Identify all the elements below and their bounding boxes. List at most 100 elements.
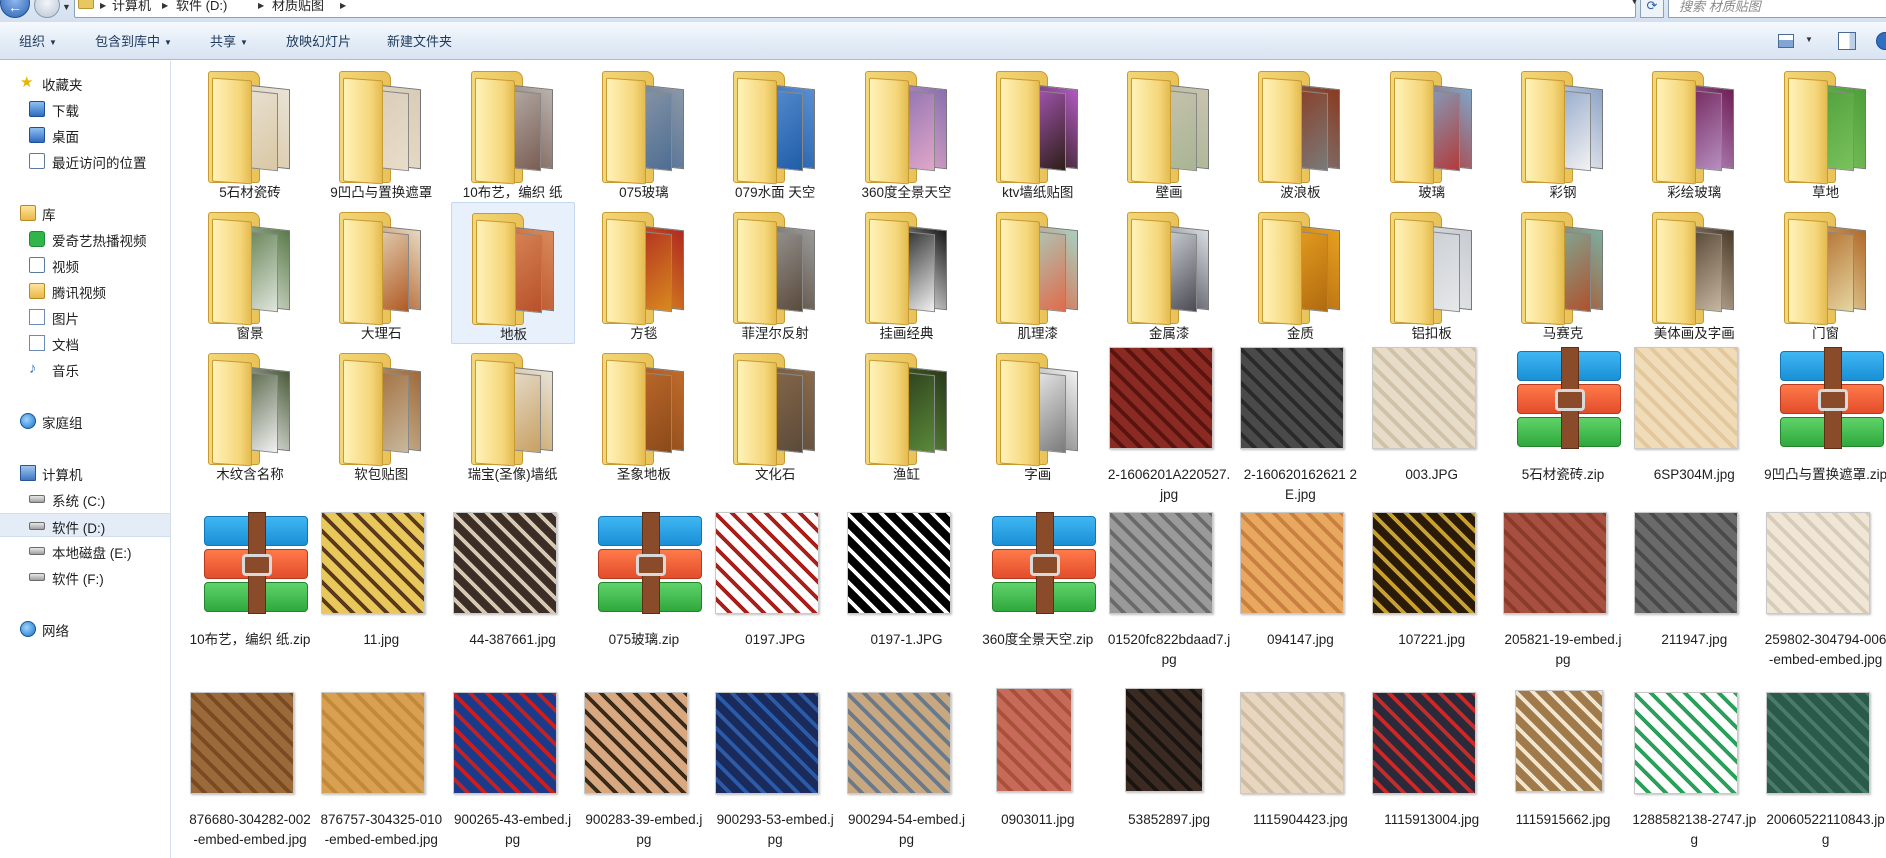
folder-item[interactable]: 壁画 — [1107, 61, 1231, 203]
folder-item[interactable]: 菲涅尔反射 — [713, 202, 837, 344]
nav-pictures[interactable]: 图片 — [0, 305, 170, 329]
image-file-item[interactable]: 20060522110843.jpg — [1764, 688, 1886, 847]
folder-item[interactable]: 肌理漆 — [976, 202, 1100, 344]
folder-item[interactable]: 美体画及字画 — [1632, 202, 1756, 344]
nav-iqiyi[interactable]: 爱奇艺热播视频 — [0, 227, 170, 251]
folder-item[interactable]: 10布艺，编织 纸 — [451, 61, 575, 203]
image-file-item[interactable]: 900294-54-embed.jpg — [845, 688, 969, 847]
folder-item[interactable]: 瑞宝(圣像)墙纸 — [451, 343, 575, 485]
folder-item[interactable]: 金质 — [1238, 202, 1362, 344]
image-file-item[interactable]: 094147.jpg — [1238, 508, 1362, 650]
nav-documents[interactable]: 文档 — [0, 331, 170, 355]
folder-item[interactable]: 079水面 天空 — [713, 61, 837, 203]
image-file-item[interactable]: 01520fc822bdaad7.jpg — [1107, 508, 1231, 667]
change-view-icon[interactable] — [1778, 34, 1794, 48]
folder-item[interactable]: 草地 — [1764, 61, 1886, 203]
share-button[interactable]: 共享 ▼ — [210, 32, 248, 52]
image-file-item[interactable]: 1115915662.jpg — [1501, 688, 1625, 830]
image-file-item[interactable]: 211947.jpg — [1632, 508, 1756, 650]
folder-item[interactable]: 字画 — [976, 343, 1100, 485]
forward-button[interactable] — [34, 0, 60, 18]
nav-drive-e[interactable]: 本地磁盘 (E:) — [0, 539, 170, 563]
search-input[interactable] — [1669, 0, 1886, 17]
nav-network[interactable]: 网络 — [0, 617, 170, 641]
include-in-library-button[interactable]: 包含到库中 ▼ — [95, 32, 172, 52]
organize-menu-button[interactable]: 组织 ▼ — [19, 32, 57, 52]
back-button[interactable] — [0, 0, 30, 18]
view-options-dropdown-icon[interactable]: ▼ — [1805, 35, 1813, 44]
refresh-button[interactable]: ⟳ — [1640, 0, 1664, 18]
nav-recent-places[interactable]: 最近访问的位置 — [0, 149, 170, 173]
folder-item[interactable]: 彩绘玻璃 — [1632, 61, 1756, 203]
image-file-item[interactable]: 6SP304M.jpg — [1632, 343, 1756, 485]
nav-music[interactable]: ♪ 音乐 — [0, 357, 170, 381]
breadcrumb-current-folder[interactable]: 材质贴图 — [272, 0, 324, 18]
archive-file-item[interactable]: 075玻璃.zip — [582, 508, 706, 650]
nav-drive-c[interactable]: 系统 (C:) — [0, 487, 170, 511]
folder-item[interactable]: ktv墙纸贴图 — [976, 61, 1100, 203]
breadcrumb-computer[interactable]: 计算机 — [112, 0, 151, 18]
folder-item[interactable]: 马赛克 — [1501, 202, 1625, 344]
image-file-item[interactable]: 900265-43-embed.jpg — [451, 688, 575, 847]
image-file-item[interactable]: 1115913004.jpg — [1370, 688, 1494, 830]
archive-file-item[interactable]: 360度全景天空.zip — [976, 508, 1100, 650]
breadcrumb-separator-icon[interactable]: ▶ — [100, 0, 106, 18]
image-file-item[interactable]: 1288582138-2747.jpg — [1632, 688, 1756, 847]
search-box[interactable] — [1668, 0, 1886, 18]
help-icon[interactable] — [1876, 32, 1886, 50]
nav-homegroup[interactable]: 家庭组 — [0, 409, 170, 433]
folder-item[interactable]: 渔缸 — [845, 343, 969, 485]
image-file-item[interactable]: 53852897.jpg — [1107, 688, 1231, 830]
folder-item[interactable]: 圣象地板 — [582, 343, 706, 485]
archive-file-item[interactable]: 10布艺，编织 纸.zip — [188, 508, 312, 650]
nav-videos[interactable]: 视频 — [0, 253, 170, 277]
slideshow-button[interactable]: 放映幻灯片 — [286, 32, 351, 52]
image-file-item[interactable]: 11.jpg — [319, 508, 443, 650]
breadcrumb-separator-icon[interactable]: ▶ — [162, 0, 168, 18]
image-file-item[interactable]: 876757-304325-010-embed-embed.jpg — [319, 688, 443, 847]
image-file-item[interactable]: 107221.jpg — [1370, 508, 1494, 650]
folder-item[interactable]: 波浪板 — [1238, 61, 1362, 203]
nav-favorites[interactable]: ★ 收藏夹 — [0, 71, 170, 95]
nav-desktop[interactable]: 桌面 — [0, 123, 170, 147]
preview-pane-icon[interactable] — [1838, 32, 1856, 50]
folder-item[interactable]: 方毯 — [582, 202, 706, 344]
new-folder-button[interactable]: 新建文件夹 — [387, 32, 452, 52]
folder-item[interactable]: 360度全景天空 — [845, 61, 969, 203]
folder-item[interactable]: 5石材瓷砖 — [188, 61, 312, 203]
breadcrumb-separator-icon[interactable]: ▶ — [258, 0, 264, 18]
folder-item[interactable]: 大理石 — [319, 202, 443, 344]
folder-item[interactable]: 彩钢 — [1501, 61, 1625, 203]
folder-item[interactable]: 075玻璃 — [582, 61, 706, 203]
nav-drive-d[interactable]: 软件 (D:) — [0, 513, 170, 537]
archive-file-item[interactable]: 5石材瓷砖.zip — [1501, 343, 1625, 485]
image-file-item[interactable]: 259802-304794-006-embed-embed.jpg — [1764, 508, 1886, 667]
folder-item[interactable]: 金属漆 — [1107, 202, 1231, 344]
folder-item[interactable]: 玻璃 — [1370, 61, 1494, 203]
breadcrumb-separator-icon[interactable]: ▶ — [340, 0, 346, 18]
folder-item[interactable]: 9凹凸与置换遮罩 — [319, 61, 443, 203]
image-file-item[interactable]: 44-387661.jpg — [451, 508, 575, 650]
image-file-item[interactable]: 2-160620162621 2E.jpg — [1238, 343, 1362, 502]
folder-item[interactable]: 门窗 — [1764, 202, 1886, 344]
address-dropdown-icon[interactable]: ▼ — [1630, 0, 1639, 6]
folder-item[interactable]: 挂画经典 — [845, 202, 969, 344]
image-file-item[interactable]: 205821-19-embed.jpg — [1501, 508, 1625, 667]
breadcrumb-drive-d[interactable]: 软件 (D:) — [176, 0, 227, 18]
recent-pages-dropdown-icon[interactable]: ▼ — [62, 2, 71, 12]
image-file-item[interactable]: 003.JPG — [1370, 343, 1494, 485]
image-file-item[interactable]: 900293-53-embed.jpg — [713, 688, 837, 847]
nav-computer[interactable]: 计算机 — [0, 461, 170, 485]
archive-file-item[interactable]: 9凹凸与置换遮罩.zip — [1764, 343, 1886, 485]
folder-item[interactable]: 地板 — [450, 202, 575, 344]
nav-drive-f[interactable]: 软件 (F:) — [0, 565, 170, 589]
image-file-item[interactable]: 2-1606201A220527.jpg — [1107, 343, 1231, 502]
nav-tencent-video[interactable]: 腾讯视频 — [0, 279, 170, 303]
nav-downloads[interactable]: 下载 — [0, 97, 170, 121]
image-file-item[interactable]: 1115904423.jpg — [1238, 688, 1362, 830]
folder-item[interactable]: 窗景 — [188, 202, 312, 344]
image-file-item[interactable]: 0903011.jpg — [976, 688, 1100, 830]
image-file-item[interactable]: 876680-304282-002-embed-embed.jpg — [188, 688, 312, 847]
folder-item[interactable]: 文化石 — [713, 343, 837, 485]
folder-item[interactable]: 铝扣板 — [1370, 202, 1494, 344]
